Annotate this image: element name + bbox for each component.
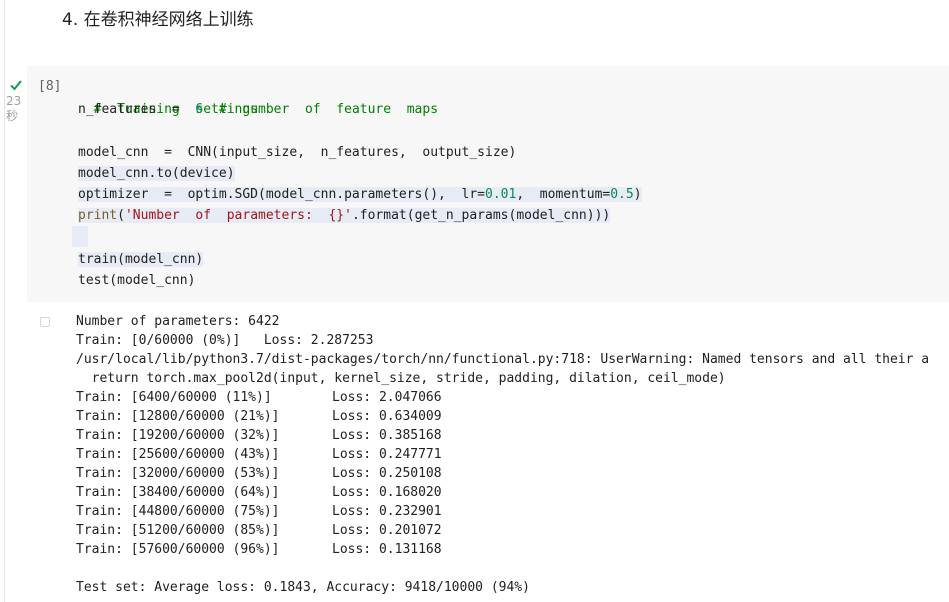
duration-unit: 秒 [6, 109, 19, 123]
train-progress: Train: [51200/60000 (85%)] [76, 523, 280, 538]
output-train-row: Train: [6400/60000 (11%)] Loss: 2.047066 [76, 388, 442, 407]
train-loss: Loss: 0.232901 [332, 504, 442, 519]
output-params-line: Number of parameters: 6422 [76, 314, 280, 329]
execution-duration: 23 秒 [6, 94, 21, 124]
check-icon [10, 80, 22, 91]
output-train-row: Train: [57600/60000 (96%)] Loss: 0.131168 [76, 540, 442, 559]
output-warning-source-line: return torch.max_pool2d(input, kernel_si… [76, 371, 726, 386]
code-line-10[interactable]: test(model_cnn) [78, 270, 195, 291]
code-text: test(model_cnn) [78, 273, 196, 288]
code-line-5[interactable]: model_cnn.to(device) [78, 163, 235, 184]
code-text: n_features = [78, 102, 196, 117]
selection-highlight [72, 226, 88, 247]
output-train-row: Train: [38400/60000 (64%)] Loss: 0.168020 [76, 483, 442, 502]
code-number: 0.5 [610, 187, 634, 202]
code-line-4[interactable]: model_cnn = CNN(input_size, n_features, … [78, 142, 516, 163]
code-number: 0.01 [485, 187, 517, 202]
train-loss: Loss: 0.131168 [332, 542, 442, 557]
train-progress: Train: [12800/60000 (21%)] [76, 409, 280, 424]
section-heading: 4. 在卷积神经网络上训练 [62, 10, 254, 30]
output-train-row: Train: [44800/60000 (75%)] Loss: 0.232901 [76, 502, 442, 521]
train-progress: Train: [25600/60000 (43%)] [76, 447, 280, 462]
duration-value: 23 [6, 94, 22, 108]
code-comment: # number of feature maps [203, 102, 439, 117]
code-line-9[interactable]: train(model_cnn) [78, 249, 204, 270]
code-line-6[interactable]: optimizer = optim.SGD(model_cnn.paramete… [78, 184, 642, 205]
train-loss: Loss: 0.201072 [332, 523, 442, 538]
train-loss: Loss: 0.385168 [332, 428, 442, 443]
train-progress: Train: [32000/60000 (53%)] [76, 466, 280, 481]
train-loss: Loss: 0.634009 [332, 409, 442, 424]
output-first-train-line: Train: [0/60000 (0%)] Loss: 2.287253 [76, 333, 374, 348]
train-progress: Train: [44800/60000 (75%)] [76, 504, 280, 519]
output-train-row: Train: [32000/60000 (53%)] Loss: 0.250108 [76, 464, 442, 483]
execution-count[interactable]: [8] [38, 79, 61, 94]
code-function: print [78, 208, 118, 223]
output-test-line: Test set: Average loss: 0.1843, Accuracy… [76, 580, 530, 595]
train-progress: Train: [6400/60000 (11%)] [76, 390, 272, 405]
code-text: optimizer = optim.SGD(model_cnn.paramete… [78, 187, 485, 202]
train-loss: Loss: 0.250108 [332, 466, 442, 481]
train-progress: Train: [38400/60000 (64%)] [76, 485, 280, 500]
train-loss: Loss: 2.047066 [332, 390, 442, 405]
code-text: model_cnn = CNN(input_size, n_features, … [78, 145, 517, 160]
train-progress: Train: [19200/60000 (32%)] [76, 428, 280, 443]
code-line-7[interactable]: print('Number of parameters: {}'.format(… [78, 205, 611, 226]
code-text: model_cnn.to(device) [78, 166, 235, 181]
code-text: ( [117, 208, 125, 223]
code-text: .format(get_n_params(model_cnn))) [351, 208, 611, 223]
output-menu-icon[interactable] [40, 317, 50, 327]
code-line-1[interactable]: # Training settings [78, 78, 258, 117]
output-train-row: Train: [25600/60000 (43%)] Loss: 0.247771 [76, 445, 442, 464]
train-progress: Train: [57600/60000 (96%)] [76, 542, 280, 557]
output-warning-line: /usr/local/lib/python3.7/dist-packages/t… [76, 352, 930, 367]
code-text: , momentum= [516, 187, 611, 202]
train-loss: Loss: 0.168020 [332, 485, 442, 500]
code-line-2[interactable]: n_features = 6 # number of feature maps [78, 99, 438, 120]
notebook-left-rule [4, 0, 5, 602]
code-text: train(model_cnn) [78, 252, 204, 267]
output-train-row: Train: [51200/60000 (85%)] Loss: 0.201072 [76, 521, 442, 540]
code-text: ) [633, 187, 642, 202]
output-train-row: Train: [12800/60000 (21%)] Loss: 0.634009 [76, 407, 442, 426]
code-string: 'Number of parameters: {}' [124, 208, 352, 223]
train-loss: Loss: 0.247771 [332, 447, 442, 462]
output-train-row: Train: [19200/60000 (32%)] Loss: 0.385168 [76, 426, 442, 445]
